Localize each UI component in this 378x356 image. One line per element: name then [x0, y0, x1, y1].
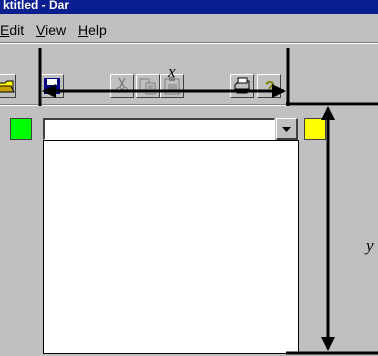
y-label: y: [366, 236, 374, 255]
vertical-measure-arrow: [286, 102, 378, 355]
x-label: x: [168, 62, 176, 81]
horizontal-measure-arrow: [38, 48, 290, 106]
annotation-overlay: [38, 48, 378, 355]
